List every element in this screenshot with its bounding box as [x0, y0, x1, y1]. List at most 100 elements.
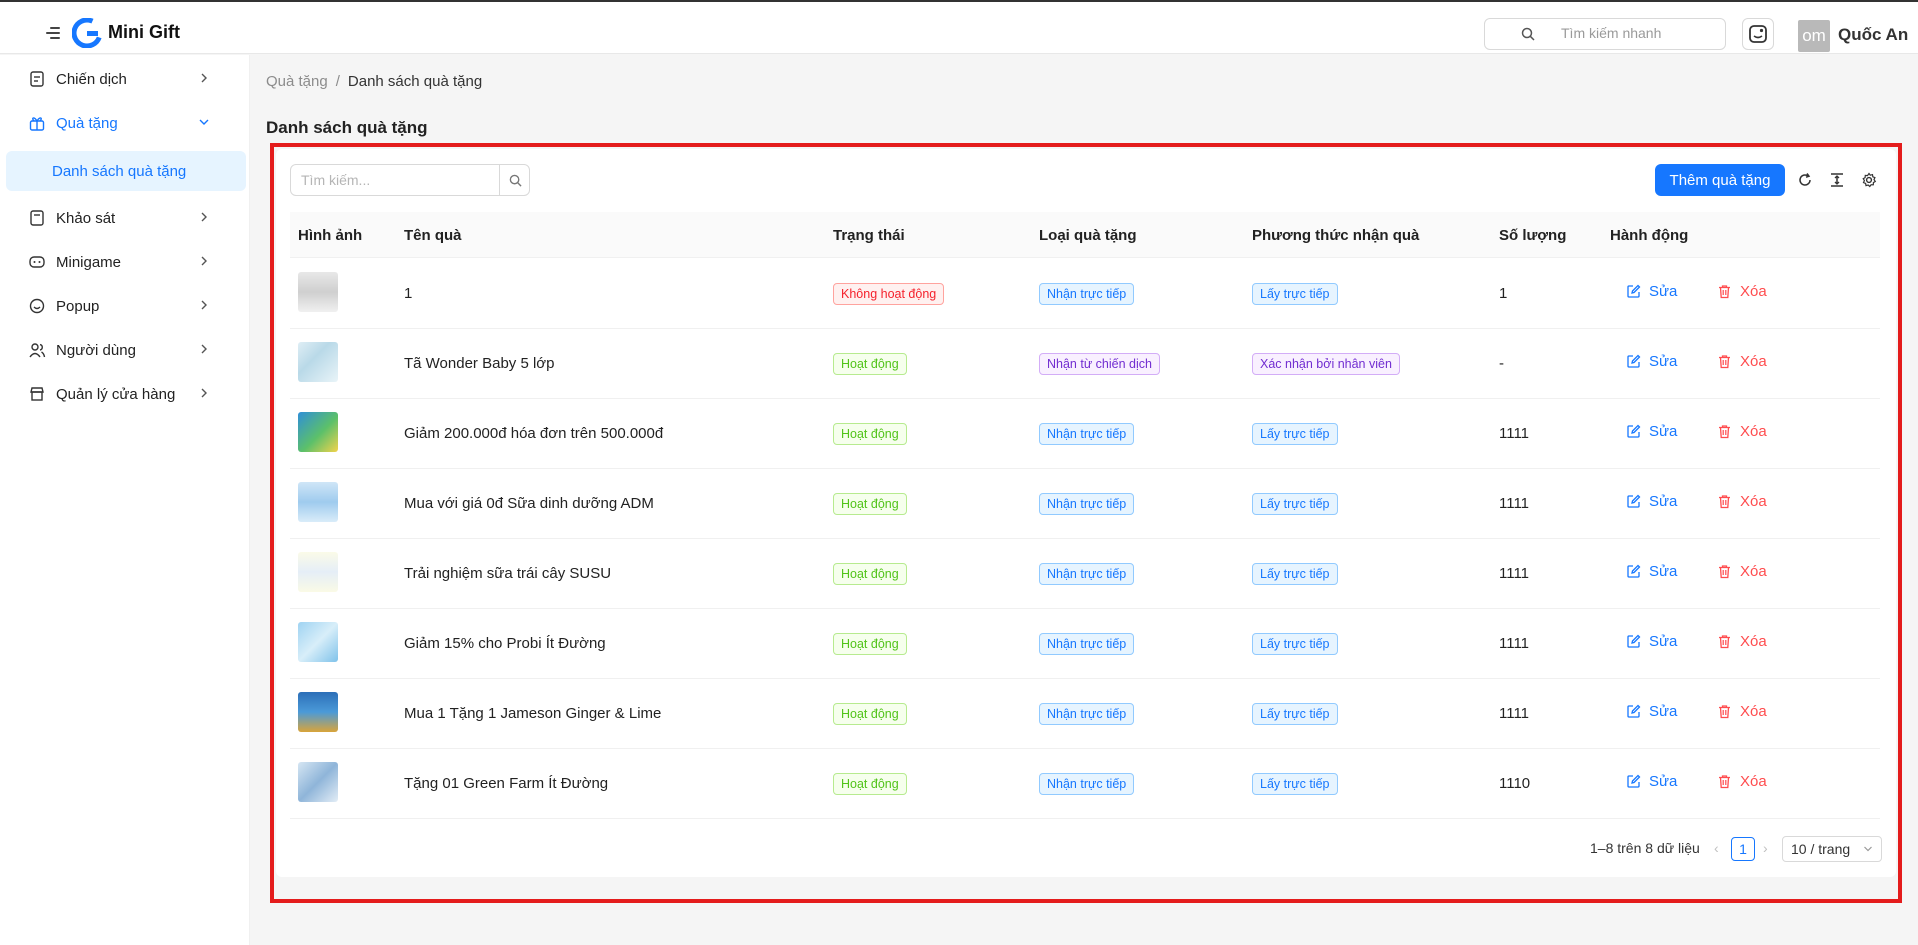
quick-search-box[interactable]	[1484, 18, 1726, 50]
edit-icon	[1627, 494, 1641, 508]
status-badge: Hoạt động	[833, 423, 907, 445]
delete-label: Xóa	[1740, 773, 1767, 790]
trash-icon	[1719, 565, 1730, 579]
menu-toggle-icon[interactable]	[46, 27, 60, 39]
prev-page-icon[interactable]: ‹	[1714, 840, 1719, 856]
edit-button[interactable]: Sửa	[1626, 423, 1677, 440]
gift-quantity: 1111	[1499, 705, 1530, 722]
column-height-icon	[1831, 173, 1843, 187]
sidebar-item-label: Khảo sát	[56, 210, 116, 227]
edit-label: Sửa	[1649, 703, 1678, 720]
edit-button[interactable]: Sửa	[1626, 633, 1677, 650]
trash-icon	[1719, 635, 1730, 649]
density-button[interactable]	[1827, 170, 1847, 190]
gift-thumbnail	[298, 482, 338, 522]
user-name[interactable]: Quốc An	[1838, 25, 1908, 45]
breadcrumb-parent[interactable]: Quà tặng	[266, 73, 328, 90]
chat-button[interactable]	[1742, 18, 1774, 50]
delete-label: Xóa	[1740, 283, 1767, 300]
chevron-down-icon	[199, 119, 209, 125]
delete-button[interactable]: Xóa	[1717, 423, 1767, 440]
gift-thumbnail	[298, 692, 338, 732]
column-header-actions: Hành động	[1610, 227, 1689, 244]
edit-label: Sửa	[1649, 353, 1678, 370]
delete-label: Xóa	[1740, 633, 1767, 650]
gift-thumbnail	[298, 552, 338, 592]
edit-icon	[1627, 774, 1641, 788]
edit-icon	[1627, 564, 1641, 578]
delete-button[interactable]: Xóa	[1717, 773, 1767, 790]
quick-search-input[interactable]	[1561, 25, 1711, 41]
settings-button[interactable]	[1859, 170, 1879, 190]
reload-button[interactable]	[1795, 170, 1815, 190]
add-gift-button[interactable]: Thêm quà tặng	[1655, 164, 1785, 196]
trash-icon	[1719, 355, 1730, 369]
delete-label: Xóa	[1740, 493, 1767, 510]
edit-label: Sửa	[1649, 423, 1678, 440]
status-badge: Hoạt động	[833, 353, 907, 375]
edit-icon	[1627, 284, 1641, 298]
trash-icon	[1719, 285, 1730, 299]
sidebar-item-minigame[interactable]: Minigame	[0, 242, 250, 282]
gift-name: Mua 1 Tặng 1 Jameson Ginger & Lime	[404, 705, 662, 722]
avatar[interactable]: om	[1798, 20, 1830, 52]
edit-button[interactable]: Sửa	[1626, 353, 1677, 370]
edit-button[interactable]: Sửa	[1626, 493, 1677, 510]
game-icon	[29, 256, 45, 268]
gift-name: Tặng 01 Green Farm Ít Đường	[404, 775, 609, 792]
column-header-name: Tên quà	[404, 227, 462, 244]
sidebar-item-surveys[interactable]: Khảo sát	[0, 198, 250, 238]
sidebar-item-popup[interactable]: Popup	[0, 286, 250, 326]
page-title: Danh sách quà tặng	[266, 118, 428, 137]
breadcrumb-current: Danh sách quà tặng	[347, 73, 483, 90]
status-badge: Hoạt động	[833, 563, 907, 585]
status-badge: Hoạt động	[833, 703, 907, 725]
edit-button[interactable]: Sửa	[1626, 563, 1677, 580]
edit-button[interactable]: Sửa	[1626, 283, 1677, 300]
status-badge: Hoạt động	[833, 493, 907, 515]
gift-thumbnail	[298, 622, 338, 662]
delete-button[interactable]: Xóa	[1717, 703, 1767, 720]
chevron-right-icon	[201, 344, 207, 354]
chevron-right-icon	[201, 212, 207, 222]
page-number-current[interactable]: 1	[1731, 837, 1755, 861]
delete-button[interactable]: Xóa	[1717, 353, 1767, 370]
edit-button[interactable]: Sửa	[1626, 703, 1677, 720]
edit-label: Sửa	[1649, 493, 1678, 510]
survey-icon	[30, 210, 44, 226]
table-search-button[interactable]	[499, 164, 531, 196]
table-row: Mua với giá 0đ Sữa dinh dưỡng ADM Hoạt đ…	[290, 469, 1880, 539]
campaign-icon	[30, 71, 44, 87]
edit-button[interactable]: Sửa	[1626, 773, 1677, 790]
delete-label: Xóa	[1740, 563, 1767, 580]
sidebar-item-users[interactable]: Người dùng	[0, 330, 250, 370]
sidebar-item-store[interactable]: Quản lý cửa hàng	[0, 374, 250, 414]
method-badge: Lấy trực tiếp	[1252, 703, 1338, 725]
page-size-select[interactable]: 10 / trang	[1782, 836, 1882, 862]
type-badge: Nhận trực tiếp	[1039, 563, 1135, 585]
delete-button[interactable]: Xóa	[1717, 563, 1767, 580]
sidebar-item-campaigns[interactable]: Chiến dịch	[0, 59, 250, 99]
chevron-down-icon	[1864, 846, 1872, 852]
edit-label: Sửa	[1649, 773, 1678, 790]
delete-button[interactable]: Xóa	[1717, 493, 1767, 510]
table-row: 1 Không hoạt động Nhận trực tiếp Lấy trự…	[290, 259, 1880, 329]
sidebar-subitem-gift-list[interactable]: Danh sách quà tặng	[6, 151, 246, 191]
gift-quantity: 1111	[1499, 425, 1530, 442]
sidebar-item-gifts[interactable]: Quà tặng	[0, 103, 250, 143]
table-search-input[interactable]	[301, 172, 486, 188]
edit-icon	[1627, 634, 1641, 648]
gift-name: Tã Wonder Baby 5 lớp	[404, 355, 555, 372]
sidebar-item-label: Popup	[56, 298, 100, 315]
gift-name: Mua với giá 0đ Sữa dinh dưỡng ADM	[404, 495, 654, 512]
table-search-box[interactable]	[290, 164, 530, 196]
delete-button[interactable]: Xóa	[1717, 633, 1767, 650]
delete-button[interactable]: Xóa	[1717, 283, 1767, 300]
gift-name: Giảm 15% cho Probi Ít Đường	[404, 635, 606, 652]
next-page-icon[interactable]: ›	[1763, 840, 1768, 856]
column-header-status: Trạng thái	[833, 227, 905, 244]
gift-quantity: 1111	[1499, 495, 1530, 512]
type-badge: Nhận trực tiếp	[1039, 423, 1135, 445]
search-icon	[509, 174, 522, 187]
type-badge: Nhận trực tiếp	[1039, 283, 1135, 305]
